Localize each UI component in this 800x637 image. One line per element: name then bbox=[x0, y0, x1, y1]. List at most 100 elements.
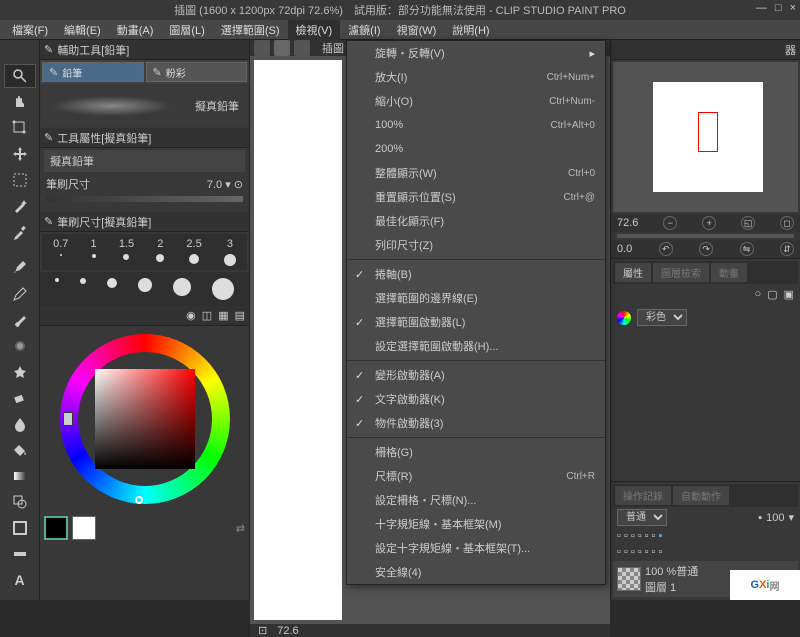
size-preset[interactable]: 2 bbox=[156, 238, 164, 266]
blend-tool-icon[interactable] bbox=[4, 412, 36, 436]
layer-action-icon[interactable]: ▫ bbox=[617, 546, 621, 558]
menu-item-200%[interactable]: 200% bbox=[347, 137, 605, 161]
menu-選擇範圍(S)[interactable]: 選擇範圍(S) bbox=[213, 20, 288, 40]
layer-lock-icon[interactable]: ▫ bbox=[652, 530, 656, 542]
blend-mode-select[interactable]: 普通 bbox=[617, 509, 667, 526]
menu-檔案(F)[interactable]: 檔案(F) bbox=[4, 20, 56, 40]
tab-auto-action[interactable]: 自動動作 bbox=[673, 486, 729, 505]
menu-item-最佳化顯示(F)[interactable]: 最佳化顯示(F) bbox=[347, 209, 605, 233]
dropdown-icon[interactable]: ▾ bbox=[225, 179, 231, 191]
maximize-icon[interactable]: □ bbox=[775, 2, 782, 14]
size-dot[interactable] bbox=[55, 278, 59, 282]
layer-lock-icon[interactable]: ▫ bbox=[638, 530, 642, 542]
zoom-100-button[interactable]: ◻ bbox=[780, 216, 794, 230]
menu-item-尺標(R)[interactable]: 尺標(R)Ctrl+R bbox=[347, 464, 605, 488]
hue-handle[interactable] bbox=[63, 412, 73, 426]
gradient-tool-icon[interactable] bbox=[4, 464, 36, 488]
brush-preview[interactable]: 擬真鉛筆 bbox=[42, 86, 247, 126]
layer-lock-icon[interactable]: ▫ bbox=[624, 530, 628, 542]
size-dot[interactable] bbox=[138, 278, 152, 292]
menu-item-100%[interactable]: 100%Ctrl+Alt+0 bbox=[347, 113, 605, 137]
text-tool-icon[interactable]: A bbox=[4, 568, 36, 592]
link-icon[interactable]: ⊙ bbox=[234, 179, 243, 191]
color-circle-icon[interactable]: ◉ bbox=[186, 309, 196, 322]
layer-action-icon[interactable]: ▫ bbox=[631, 546, 635, 558]
layer-action-icon[interactable]: ▫ bbox=[624, 546, 628, 558]
layer-thumbnail[interactable] bbox=[617, 567, 641, 591]
menu-圖層(L)[interactable]: 圖層(L) bbox=[161, 20, 212, 40]
tab-icon[interactable] bbox=[274, 40, 290, 56]
opacity-dropdown-icon[interactable]: ▾ bbox=[788, 511, 794, 524]
fill-tool-icon[interactable] bbox=[4, 438, 36, 462]
zoom-in-button[interactable]: + bbox=[702, 216, 716, 230]
size-dot[interactable] bbox=[173, 278, 191, 296]
eyedropper-tool-icon[interactable] bbox=[4, 220, 36, 244]
effect-square-icon[interactable]: ▢ bbox=[767, 288, 777, 301]
tab-layer-search[interactable]: 圖層檢索 bbox=[653, 263, 709, 282]
effect-border-icon[interactable]: ▣ bbox=[784, 288, 794, 301]
tab-property[interactable]: 屬性 bbox=[615, 263, 651, 282]
canvas-tab-label[interactable]: 插圖 bbox=[322, 40, 344, 56]
menu-item-重置顯示位置(S)[interactable]: 重置顯示位置(S)Ctrl+@ bbox=[347, 185, 605, 209]
wand-tool-icon[interactable] bbox=[4, 194, 36, 218]
color-history-icon[interactable]: ▤ bbox=[235, 309, 245, 322]
pencil-tool-icon[interactable] bbox=[4, 282, 36, 306]
rotate-ccw-button[interactable]: ↶ bbox=[659, 242, 673, 256]
operation-tool-icon[interactable] bbox=[4, 116, 36, 140]
sv-handle[interactable] bbox=[135, 496, 143, 504]
zoom-out-button[interactable]: − bbox=[663, 216, 677, 230]
marquee-tool-icon[interactable] bbox=[4, 168, 36, 192]
rotate-cw-button[interactable]: ↷ bbox=[699, 242, 713, 256]
menu-動畫(A)[interactable]: 動畫(A) bbox=[109, 20, 162, 40]
subtool-鉛筆[interactable]: ✎鉛筆 bbox=[42, 62, 144, 82]
hand-tool-icon[interactable] bbox=[4, 90, 36, 114]
layer-action-icon[interactable]: ▫ bbox=[638, 546, 642, 558]
canvas[interactable] bbox=[254, 60, 342, 620]
clip-icon[interactable]: ▪ bbox=[758, 512, 762, 524]
menu-說明(H)[interactable]: 說明(H) bbox=[444, 20, 497, 40]
background-swatch[interactable] bbox=[72, 516, 96, 540]
menu-item-選擇範圍啟動器(L)[interactable]: ✓選擇範圍啟動器(L) bbox=[347, 310, 605, 334]
navigator[interactable] bbox=[613, 62, 798, 212]
move-tool-icon[interactable] bbox=[4, 142, 36, 166]
subtool-粉彩[interactable]: ✎粉彩 bbox=[146, 62, 248, 82]
foreground-swatch[interactable] bbox=[44, 516, 68, 540]
minimize-icon[interactable]: — bbox=[756, 2, 767, 14]
decoration-tool-icon[interactable] bbox=[4, 360, 36, 384]
airbrush-tool-icon[interactable] bbox=[4, 334, 36, 358]
effect-circle-icon[interactable]: ○ bbox=[755, 288, 762, 301]
menu-item-文字啟動器(K)[interactable]: ✓文字啟動器(K) bbox=[347, 387, 605, 411]
layer-action-icon[interactable]: ▫ bbox=[645, 546, 649, 558]
eraser-tool-icon[interactable] bbox=[4, 386, 36, 410]
size-preset[interactable]: 0.7 bbox=[53, 238, 68, 266]
frame-icon[interactable]: ⊡ bbox=[258, 624, 267, 637]
close-icon[interactable]: × bbox=[790, 2, 796, 14]
layer-action-icon[interactable]: ▫ bbox=[652, 546, 656, 558]
magnify-tool-icon[interactable] bbox=[4, 64, 36, 88]
pen-tool-icon[interactable] bbox=[4, 256, 36, 280]
menu-item-柵格(G)[interactable]: 柵格(G) bbox=[347, 440, 605, 464]
size-dot[interactable] bbox=[107, 278, 117, 288]
ruler-tool-icon[interactable] bbox=[4, 542, 36, 566]
tab-animation[interactable]: 動畫 bbox=[711, 263, 747, 282]
menu-item-整體顯示(W)[interactable]: 整體顯示(W)Ctrl+0 bbox=[347, 161, 605, 185]
color-set-icon[interactable]: ▦ bbox=[218, 309, 228, 322]
flip-h-button[interactable]: ⇋ bbox=[740, 242, 754, 256]
menu-item-旋轉・反轉(V)[interactable]: 旋轉・反轉(V)▸ bbox=[347, 41, 605, 65]
menu-item-設定柵格・尺標(N)...[interactable]: 設定柵格・尺標(N)... bbox=[347, 488, 605, 512]
brush-tool-icon[interactable] bbox=[4, 308, 36, 332]
menu-item-捲軸(B)[interactable]: ✓捲軸(B) bbox=[347, 262, 605, 286]
menu-濾鏡(I)[interactable]: 濾鏡(I) bbox=[340, 20, 388, 40]
size-preset[interactable]: 3 bbox=[224, 238, 236, 266]
frame-tool-icon[interactable] bbox=[4, 516, 36, 540]
swap-icon[interactable]: ⇄ bbox=[236, 522, 245, 535]
zoom-fit-button[interactable]: ◱ bbox=[741, 216, 755, 230]
size-preset[interactable]: 1 bbox=[91, 238, 97, 266]
menu-item-縮小(O)[interactable]: 縮小(O)Ctrl+Num- bbox=[347, 89, 605, 113]
layer-action-icon[interactable]: ▫ bbox=[658, 546, 662, 558]
menu-編輯(E)[interactable]: 編輯(E) bbox=[56, 20, 109, 40]
menu-item-設定十字規矩線・基本框架(T)...[interactable]: 設定十字規矩線・基本框架(T)... bbox=[347, 536, 605, 560]
menu-視窗(W)[interactable]: 視窗(W) bbox=[389, 20, 445, 40]
zoom-slider[interactable] bbox=[617, 234, 794, 238]
layer-color-icon[interactable]: ▪ bbox=[658, 530, 662, 542]
